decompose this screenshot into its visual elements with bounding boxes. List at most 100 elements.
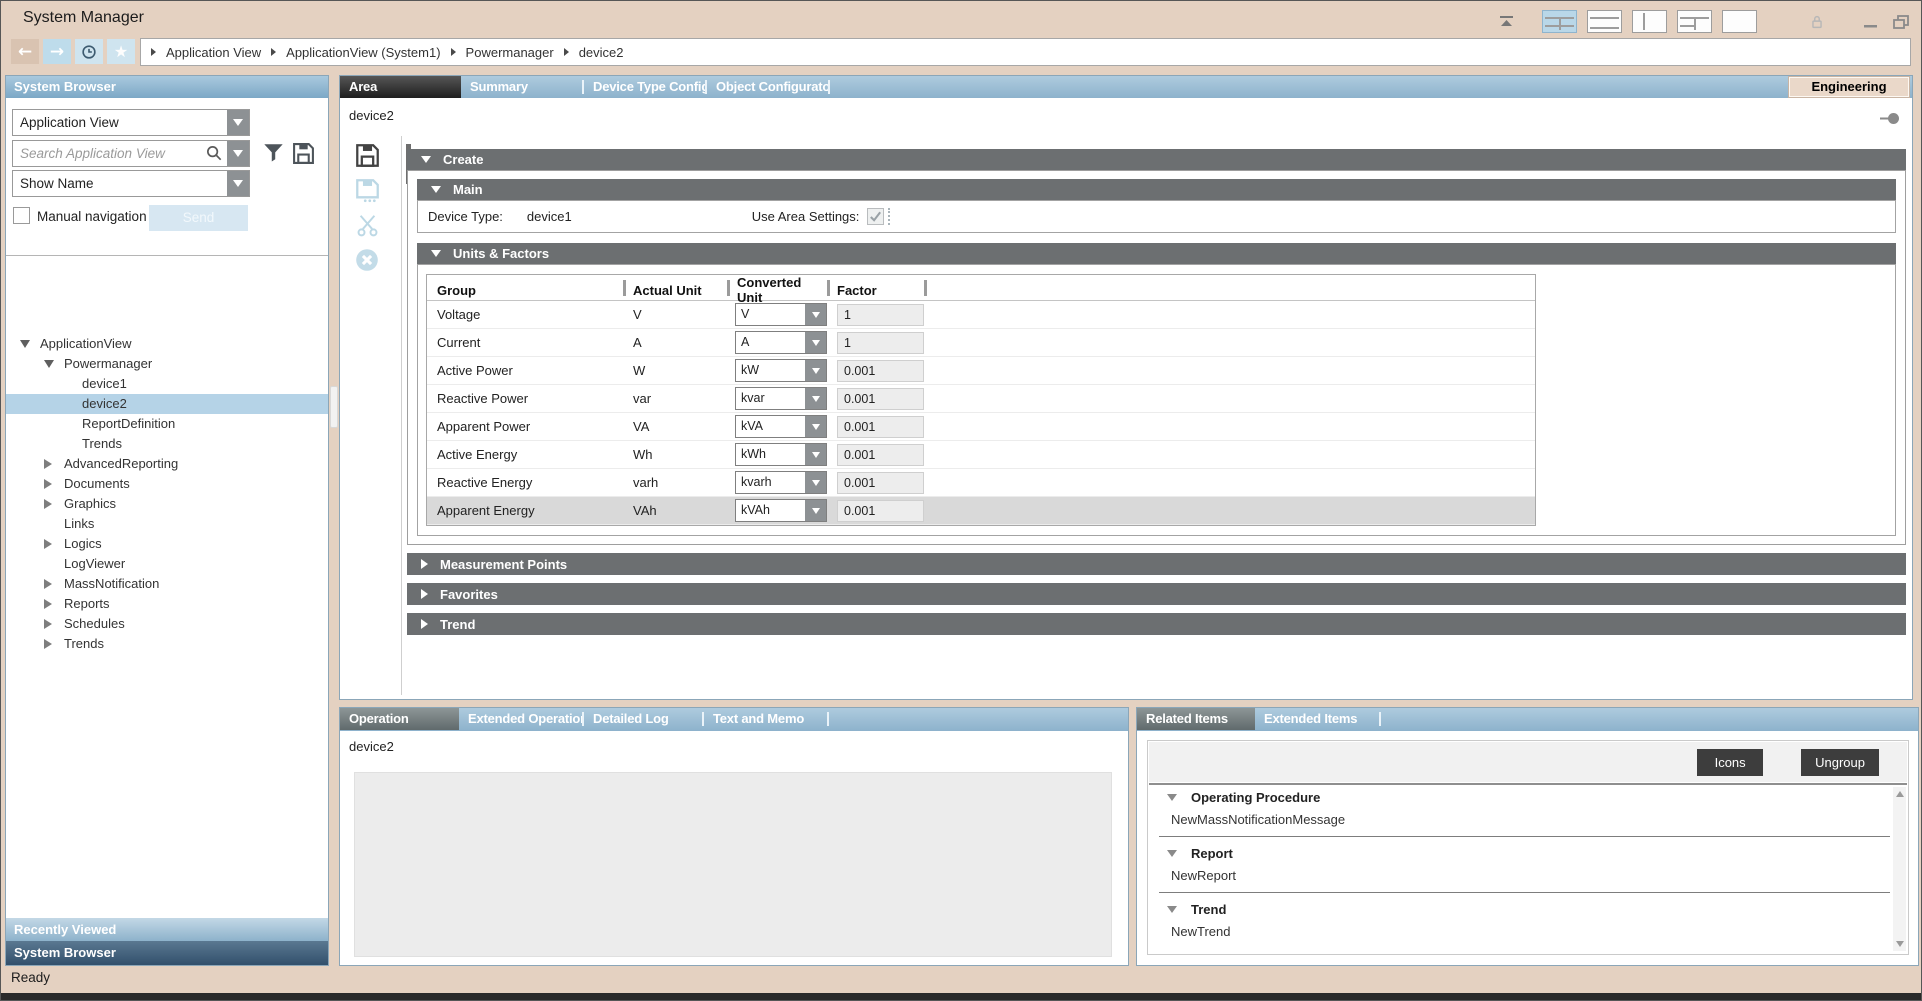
related-item-newmassnotificationmessage[interactable]: NewMassNotificationMessage <box>1149 810 1892 832</box>
units-row-reactive-energy[interactable]: Reactive Energyvarhkvarh0.001 <box>427 469 1535 497</box>
ungroup-button[interactable]: Ungroup <box>1801 749 1879 776</box>
minimize-button[interactable] <box>1861 12 1881 32</box>
collapse-icon[interactable] <box>20 340 30 348</box>
layout-preset-4-button[interactable] <box>1677 10 1712 33</box>
tree-item-logics[interactable]: Logics <box>6 534 328 554</box>
tab-text-and-memo[interactable]: Text and Memo <box>704 708 829 730</box>
converted-unit-dropdown[interactable]: kVA <box>735 415 827 438</box>
tree-item-powermanager[interactable]: Powermanager <box>6 354 328 374</box>
tab-operation[interactable]: Operation <box>340 708 459 730</box>
section-units-factors[interactable]: Units & Factors <box>417 243 1896 264</box>
converted-unit-dropdown[interactable]: kVAh <box>735 499 827 522</box>
chevron-down-icon[interactable] <box>805 500 826 521</box>
expand-icon[interactable] <box>44 639 52 649</box>
chevron-down-icon[interactable] <box>805 472 826 493</box>
tab-summary[interactable]: Summary <box>461 76 584 98</box>
system-browser-tab[interactable]: System Browser <box>6 941 328 965</box>
collapse-icon[interactable] <box>44 360 54 368</box>
chevron-down-icon[interactable] <box>227 141 249 166</box>
breadcrumb-item-device2[interactable]: device2 <box>579 45 624 60</box>
factor-input[interactable]: 1 <box>837 304 924 326</box>
related-group-trend[interactable]: Trend <box>1149 899 1892 922</box>
converted-unit-dropdown[interactable]: V <box>735 303 827 326</box>
converted-unit-dropdown[interactable]: kWh <box>735 443 827 466</box>
collapse-icon[interactable] <box>1167 794 1177 801</box>
tree-item-links[interactable]: Links <box>6 514 328 534</box>
converted-unit-dropdown[interactable]: kvarh <box>735 471 827 494</box>
recently-viewed-tab[interactable]: Recently Viewed <box>6 917 328 941</box>
units-row-current[interactable]: CurrentAA1 <box>427 329 1535 357</box>
back-button[interactable]: ← <box>11 39 39 64</box>
scroll-down-icon[interactable] <box>1896 941 1904 947</box>
converted-unit-dropdown[interactable]: A <box>735 331 827 354</box>
breadcrumb-item-application-view[interactable]: Application View <box>166 45 261 60</box>
factor-input[interactable]: 0.001 <box>837 388 924 410</box>
history-icon[interactable] <box>75 39 103 64</box>
related-item-newtrend[interactable]: NewTrend <box>1149 922 1892 944</box>
tree-item-trends[interactable]: Trends <box>6 634 328 654</box>
tree-item-reportdefinition[interactable]: ReportDefinition <box>6 414 328 434</box>
chevron-down-icon[interactable] <box>805 360 826 381</box>
expand-icon[interactable] <box>44 579 52 589</box>
chevron-down-icon[interactable] <box>227 171 249 196</box>
use-area-settings-checkbox[interactable] <box>867 208 884 225</box>
layout-preset-1-button[interactable] <box>1542 10 1577 33</box>
tree-item-schedules[interactable]: Schedules <box>6 614 328 634</box>
units-row-active-power[interactable]: Active PowerWkW0.001 <box>427 357 1535 385</box>
factor-input[interactable]: 0.001 <box>837 416 924 438</box>
tree-item-trends[interactable]: Trends <box>6 434 328 454</box>
expand-icon[interactable] <box>44 599 52 609</box>
search-icon[interactable] <box>205 141 227 166</box>
save-search-icon[interactable] <box>292 142 315 165</box>
related-group-operating-procedure[interactable]: Operating Procedure <box>1149 787 1892 810</box>
factor-input[interactable]: 0.001 <box>837 500 924 522</box>
tree-item-applicationview[interactable]: ApplicationView <box>6 334 328 354</box>
collapse-icon[interactable] <box>1167 850 1177 857</box>
section-favorites[interactable]: Favorites <box>407 583 1906 605</box>
tree-item-reports[interactable]: Reports <box>6 594 328 614</box>
tab-object-configurator[interactable]: Object Configurator <box>707 76 830 98</box>
units-row-apparent-energy[interactable]: Apparent EnergyVAhkVAh0.001 <box>427 497 1535 525</box>
send-button[interactable]: Send <box>149 205 248 231</box>
expand-icon[interactable] <box>44 479 52 489</box>
converted-unit-dropdown[interactable]: kvar <box>735 387 827 410</box>
units-row-apparent-power[interactable]: Apparent PowerVAkVA0.001 <box>427 413 1535 441</box>
section-create[interactable]: Create <box>407 149 1906 170</box>
restore-button[interactable] <box>1891 12 1911 32</box>
chevron-down-icon[interactable] <box>805 304 826 325</box>
section-measurement-points[interactable]: Measurement Points <box>407 553 1906 575</box>
chevron-down-icon[interactable] <box>227 110 249 135</box>
save-icon[interactable] <box>354 142 380 168</box>
chevron-down-icon[interactable] <box>805 332 826 353</box>
tab-device-type-configuration[interactable]: Device Type Configuration <box>584 76 707 98</box>
sidebar-splitter-handle[interactable] <box>330 386 338 428</box>
tree-item-device1[interactable]: device1 <box>6 374 328 394</box>
tab-related-items[interactable]: Related Items <box>1137 708 1255 730</box>
section-trend[interactable]: Trend <box>407 613 1906 635</box>
units-row-reactive-power[interactable]: Reactive Powervarkvar0.001 <box>427 385 1535 413</box>
expand-icon[interactable] <box>44 619 52 629</box>
expand-icon[interactable] <box>44 539 52 549</box>
icons-button[interactable]: Icons <box>1697 749 1763 776</box>
layout-preset-5-button[interactable] <box>1722 10 1757 33</box>
layout-preset-2-button[interactable] <box>1587 10 1622 33</box>
section-main[interactable]: Main <box>417 179 1896 200</box>
forward-button[interactable]: → <box>43 39 71 64</box>
units-row-voltage[interactable]: VoltageVV1 <box>427 301 1535 329</box>
factor-input[interactable]: 0.001 <box>837 472 924 494</box>
related-item-newreport[interactable]: NewReport <box>1149 866 1892 888</box>
expand-icon[interactable] <box>44 499 52 509</box>
breadcrumb-item-applicationview-system1[interactable]: ApplicationView (System1) <box>286 45 440 60</box>
favorites-star-icon[interactable]: ★ <box>107 39 135 64</box>
tree-item-device2[interactable]: device2 <box>6 394 328 414</box>
collapse-ribbon-icon[interactable] <box>1496 12 1516 32</box>
collapse-icon[interactable] <box>1167 906 1177 913</box>
search-input[interactable]: Search Application View <box>12 140 250 167</box>
pin-icon[interactable] <box>1880 112 1900 130</box>
filter-icon[interactable] <box>262 142 285 165</box>
engineering-mode-button[interactable]: Engineering <box>1789 77 1909 97</box>
layout-preset-3-button[interactable] <box>1632 10 1667 33</box>
view-selector[interactable]: Application View <box>12 109 250 136</box>
units-row-active-energy[interactable]: Active EnergyWhkWh0.001 <box>427 441 1535 469</box>
tab-extended-items[interactable]: Extended Items <box>1255 708 1381 730</box>
